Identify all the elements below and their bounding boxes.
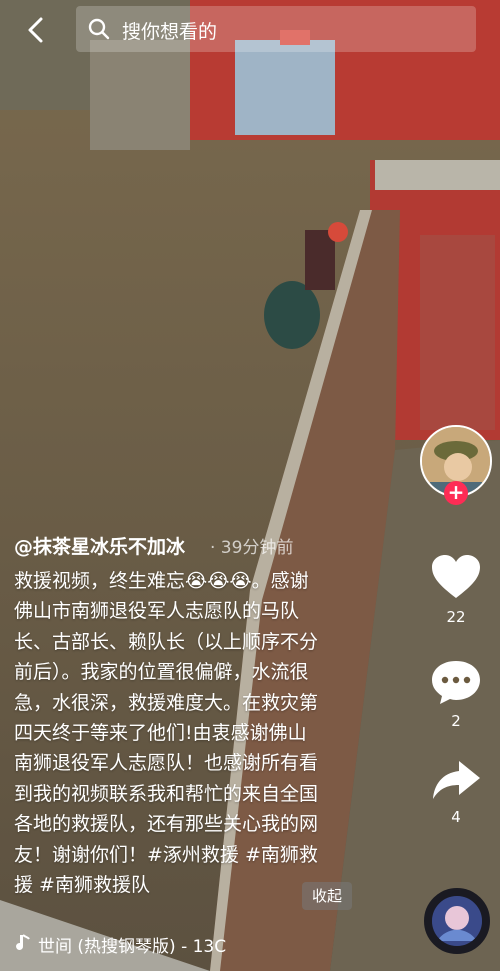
- like-button[interactable]: 22: [420, 552, 492, 626]
- share-icon: [433, 761, 480, 799]
- post-time: · 39分钟前: [210, 538, 294, 558]
- music-title: 世间 (热搜钢琴版) - 13C: [38, 937, 227, 957]
- collapse-button[interactable]: 收起: [302, 882, 352, 910]
- video-caption: 救援视频，终生难忘😭😭😭。感谢 佛山市南狮退役军人志愿队的马队 长、古部长、赖队…: [14, 570, 319, 897]
- top-bar: 搜你想看的: [0, 0, 500, 60]
- back-arrow-icon[interactable]: [20, 14, 52, 46]
- comment-button[interactable]: 2: [420, 658, 492, 730]
- music-disc[interactable]: [424, 888, 490, 954]
- comment-count: 2: [451, 712, 461, 730]
- comment-icon: [432, 661, 480, 704]
- like-count: 22: [446, 608, 466, 626]
- music-info[interactable]: 世间 (热搜钢琴版) - 13C: [14, 932, 226, 957]
- author-avatar-group[interactable]: +: [420, 425, 492, 505]
- follow-button[interactable]: +: [444, 481, 468, 505]
- search-placeholder: 搜你想看的: [122, 21, 218, 43]
- share-button[interactable]: 4: [420, 758, 492, 826]
- search-bar[interactable]: 搜你想看的: [76, 6, 476, 52]
- share-count: 4: [451, 808, 461, 826]
- heart-icon: [432, 555, 480, 598]
- music-note-icon: [14, 934, 32, 957]
- search-icon: [88, 18, 110, 40]
- author-name[interactable]: @抹茶星冰乐不加冰: [14, 532, 185, 559]
